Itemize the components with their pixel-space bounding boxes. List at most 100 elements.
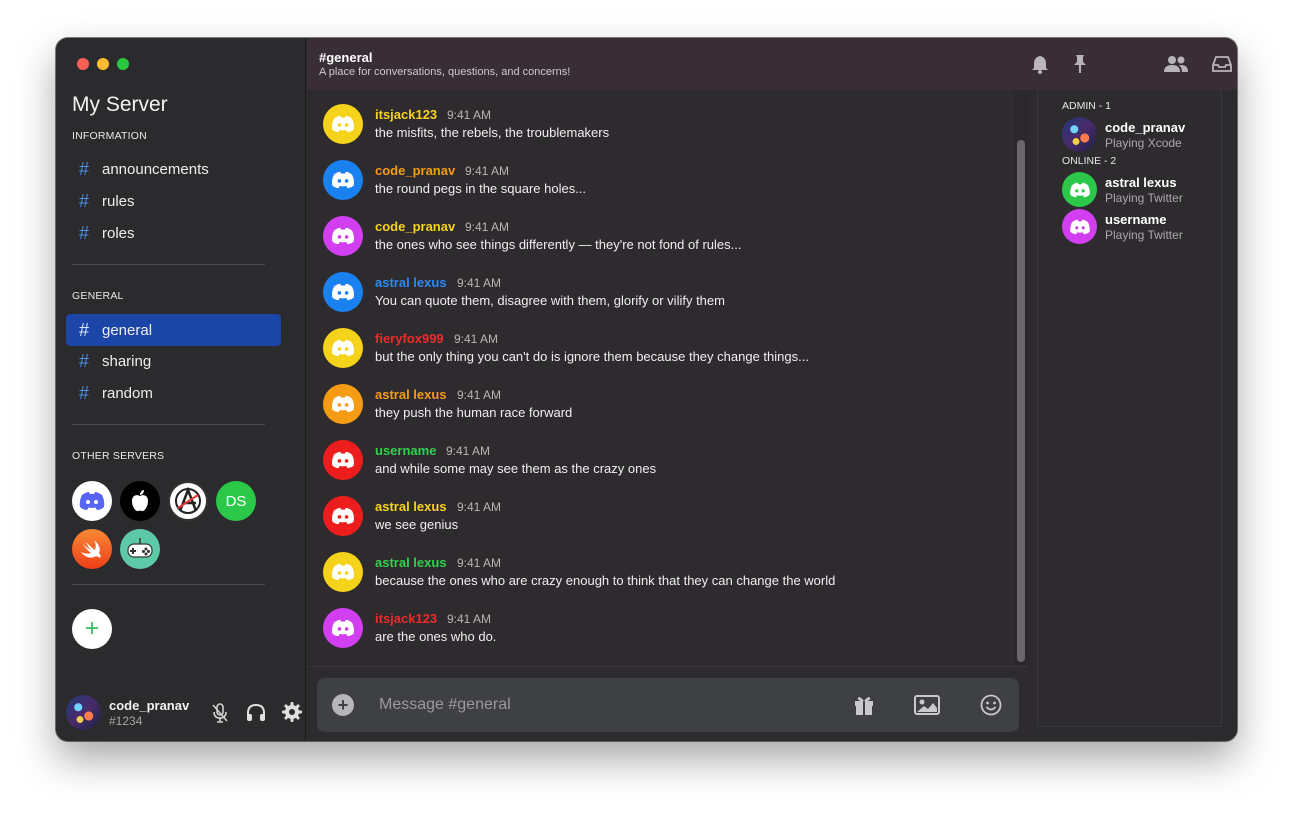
minimize-window-button[interactable] — [97, 58, 109, 70]
message-timestamp: 9:41 AM — [447, 108, 492, 122]
message-text: and while some may see them as the crazy… — [375, 461, 657, 476]
member-name: code_pranav — [1105, 120, 1186, 135]
member-avatar — [1062, 117, 1097, 152]
add-server-button[interactable]: + — [72, 609, 112, 649]
server-swift-icon[interactable] — [72, 529, 112, 569]
channel-label: sharing — [102, 352, 152, 370]
message-item[interactable]: astral lexus 9:41 AM they push the human r… — [323, 384, 983, 428]
scrollbar-thumb[interactable] — [1017, 140, 1025, 662]
message-timestamp: 9:41 AM — [465, 164, 510, 178]
add-attachment-button[interactable]: + — [332, 694, 354, 716]
image-icon[interactable] — [913, 694, 941, 716]
member-avatar — [1062, 209, 1097, 244]
channel-random[interactable]: # random — [66, 377, 281, 409]
discord-logo-icon — [331, 115, 355, 133]
server-ds-icon[interactable]: DS — [216, 481, 256, 521]
message-avatar[interactable] — [323, 552, 363, 592]
member-item[interactable]: username Playing Twitter — [1062, 209, 1222, 245]
channel-title: #general — [319, 50, 373, 65]
channel-roles[interactable]: # roles — [66, 217, 281, 249]
message-avatar[interactable] — [323, 608, 363, 648]
hash-icon: # — [78, 222, 89, 243]
settings-gear-icon[interactable] — [281, 701, 303, 723]
discord-logo-icon — [1069, 219, 1090, 234]
sidebar-divider — [72, 264, 265, 265]
apple-logo-icon — [132, 490, 148, 512]
message-avatar[interactable] — [323, 104, 363, 144]
inbox-icon[interactable] — [1211, 54, 1233, 74]
members-icon[interactable] — [1164, 54, 1188, 74]
server-gamepad-icon[interactable] — [120, 529, 160, 569]
headphones-icon[interactable] — [245, 702, 267, 724]
member-group-label: ADMIN - 1 — [1062, 100, 1112, 112]
message-author[interactable]: astral lexus — [375, 499, 447, 514]
pin-icon[interactable] — [1070, 54, 1090, 74]
message-item[interactable]: itsjack123 9:41 AM are the ones who do. — [323, 608, 983, 652]
message-item[interactable]: astral lexus 9:41 AM You can quote them, d… — [323, 272, 983, 316]
message-avatar[interactable] — [323, 216, 363, 256]
message-item[interactable]: username 9:41 AM and while some may see th… — [323, 440, 983, 484]
mute-mic-icon[interactable] — [210, 702, 230, 724]
channel-general[interactable]: # general — [66, 314, 281, 346]
message-avatar[interactable] — [323, 272, 363, 312]
message-item[interactable]: astral lexus 9:41 AM we see genius — [323, 496, 983, 540]
member-status: Playing Twitter — [1105, 191, 1183, 205]
hash-icon: # — [78, 158, 89, 179]
message-timestamp: 9:41 AM — [465, 220, 510, 234]
message-author[interactable]: username — [375, 443, 436, 458]
hash-icon: # — [78, 190, 89, 211]
user-avatar[interactable] — [66, 695, 101, 730]
discord-logo-icon — [331, 171, 355, 189]
discord-logo-icon — [331, 227, 355, 245]
section-label-other-servers: OTHER SERVERS — [72, 450, 165, 462]
bell-icon[interactable] — [1030, 54, 1050, 74]
user-tag: #1234 — [109, 714, 143, 728]
server-apple-icon[interactable] — [120, 481, 160, 521]
zoom-window-button[interactable] — [117, 58, 129, 70]
server-discord-icon[interactable] — [72, 481, 112, 521]
message-timestamp: 9:41 AM — [457, 276, 502, 290]
server-anarchy-icon[interactable] — [168, 481, 208, 521]
hash-icon: # — [78, 319, 89, 340]
gift-icon[interactable] — [852, 694, 876, 716]
message-avatar[interactable] — [323, 440, 363, 480]
message-author[interactable]: fieryfox999 — [375, 331, 444, 346]
message-author[interactable]: astral lexus — [375, 387, 447, 402]
message-item[interactable]: fieryfox999 9:41 AM but the only thing you… — [323, 328, 983, 372]
message-input[interactable] — [379, 692, 819, 718]
message-author[interactable]: astral lexus — [375, 555, 447, 570]
emoji-icon[interactable] — [979, 694, 1003, 716]
message-composer: + — [317, 678, 1019, 732]
message-item[interactable]: itsjack123 9:41 AM the misfits, the rebels… — [323, 104, 983, 148]
close-window-button[interactable] — [77, 58, 89, 70]
member-item[interactable]: astral lexus Playing Twitter — [1062, 172, 1222, 208]
channel-announcements[interactable]: # announcements — [66, 153, 281, 185]
message-author[interactable]: code_pranav — [375, 163, 455, 178]
message-avatar[interactable] — [323, 328, 363, 368]
message-author[interactable]: itsjack123 — [375, 611, 437, 626]
message-avatar[interactable] — [323, 384, 363, 424]
user-name: code_pranav — [109, 698, 190, 713]
message-item[interactable]: code_pranav 9:41 AM the ones who see thing… — [323, 216, 983, 260]
message-text: we see genius — [375, 517, 459, 532]
member-item[interactable]: code_pranav Playing Xcode — [1062, 117, 1222, 153]
message-author[interactable]: itsjack123 — [375, 107, 437, 122]
message-text: are the ones who do. — [375, 629, 497, 644]
message-item[interactable]: code_pranav 9:41 AM the round pegs in the … — [323, 160, 983, 204]
server-name: My Server — [72, 93, 168, 116]
channel-sharing[interactable]: # sharing — [66, 345, 281, 377]
message-author[interactable]: code_pranav — [375, 219, 455, 234]
message-author[interactable]: astral lexus — [375, 275, 447, 290]
message-list[interactable]: itsjack123 9:41 AM the misfits, the rebels… — [307, 90, 1014, 666]
sidebar-divider — [72, 424, 265, 425]
message-avatar[interactable] — [323, 160, 363, 200]
channel-rules[interactable]: # rules — [66, 185, 281, 217]
sidebar: My Server INFORMATION # announcements # … — [56, 38, 306, 741]
member-list: ADMIN - 1 code_pranav Playing Xcode ONLI… — [1037, 90, 1237, 741]
channel-label: roles — [102, 224, 135, 242]
message-avatar[interactable] — [323, 496, 363, 536]
member-avatar — [1062, 172, 1097, 207]
message-scrollbar[interactable] — [1014, 90, 1028, 666]
message-timestamp: 9:41 AM — [446, 444, 491, 458]
message-item[interactable]: astral lexus 9:41 AM because the ones who … — [323, 552, 983, 596]
